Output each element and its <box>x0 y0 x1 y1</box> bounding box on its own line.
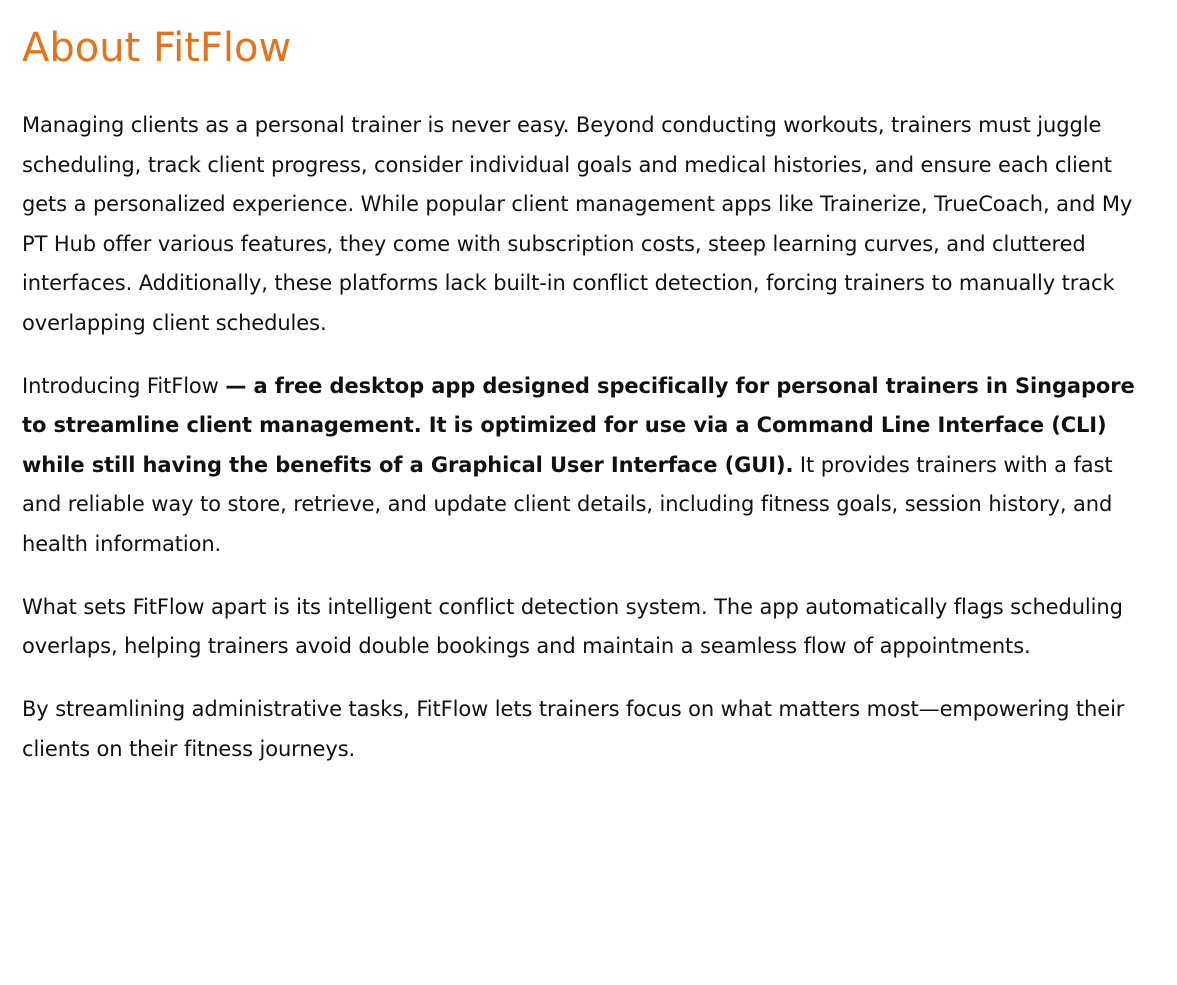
about-content: Managing clients as a personal trainer i… <box>22 106 1155 769</box>
page-title: About FitFlow <box>22 25 292 71</box>
paragraph-introduction: Introducing FitFlow — a free desktop app… <box>22 367 1156 565</box>
paragraph-problem: Managing clients as a personal trainer i… <box>22 113 1133 335</box>
paragraph-closing: By streamlining administrative tasks, Fi… <box>22 697 1125 761</box>
paragraph-conflict-detection: What sets FitFlow apart is its intellige… <box>22 594 1123 659</box>
intro-text: Introducing FitFlow <box>22 373 226 398</box>
about-page: About FitFlow Managing clients as a pers… <box>0 0 1177 985</box>
